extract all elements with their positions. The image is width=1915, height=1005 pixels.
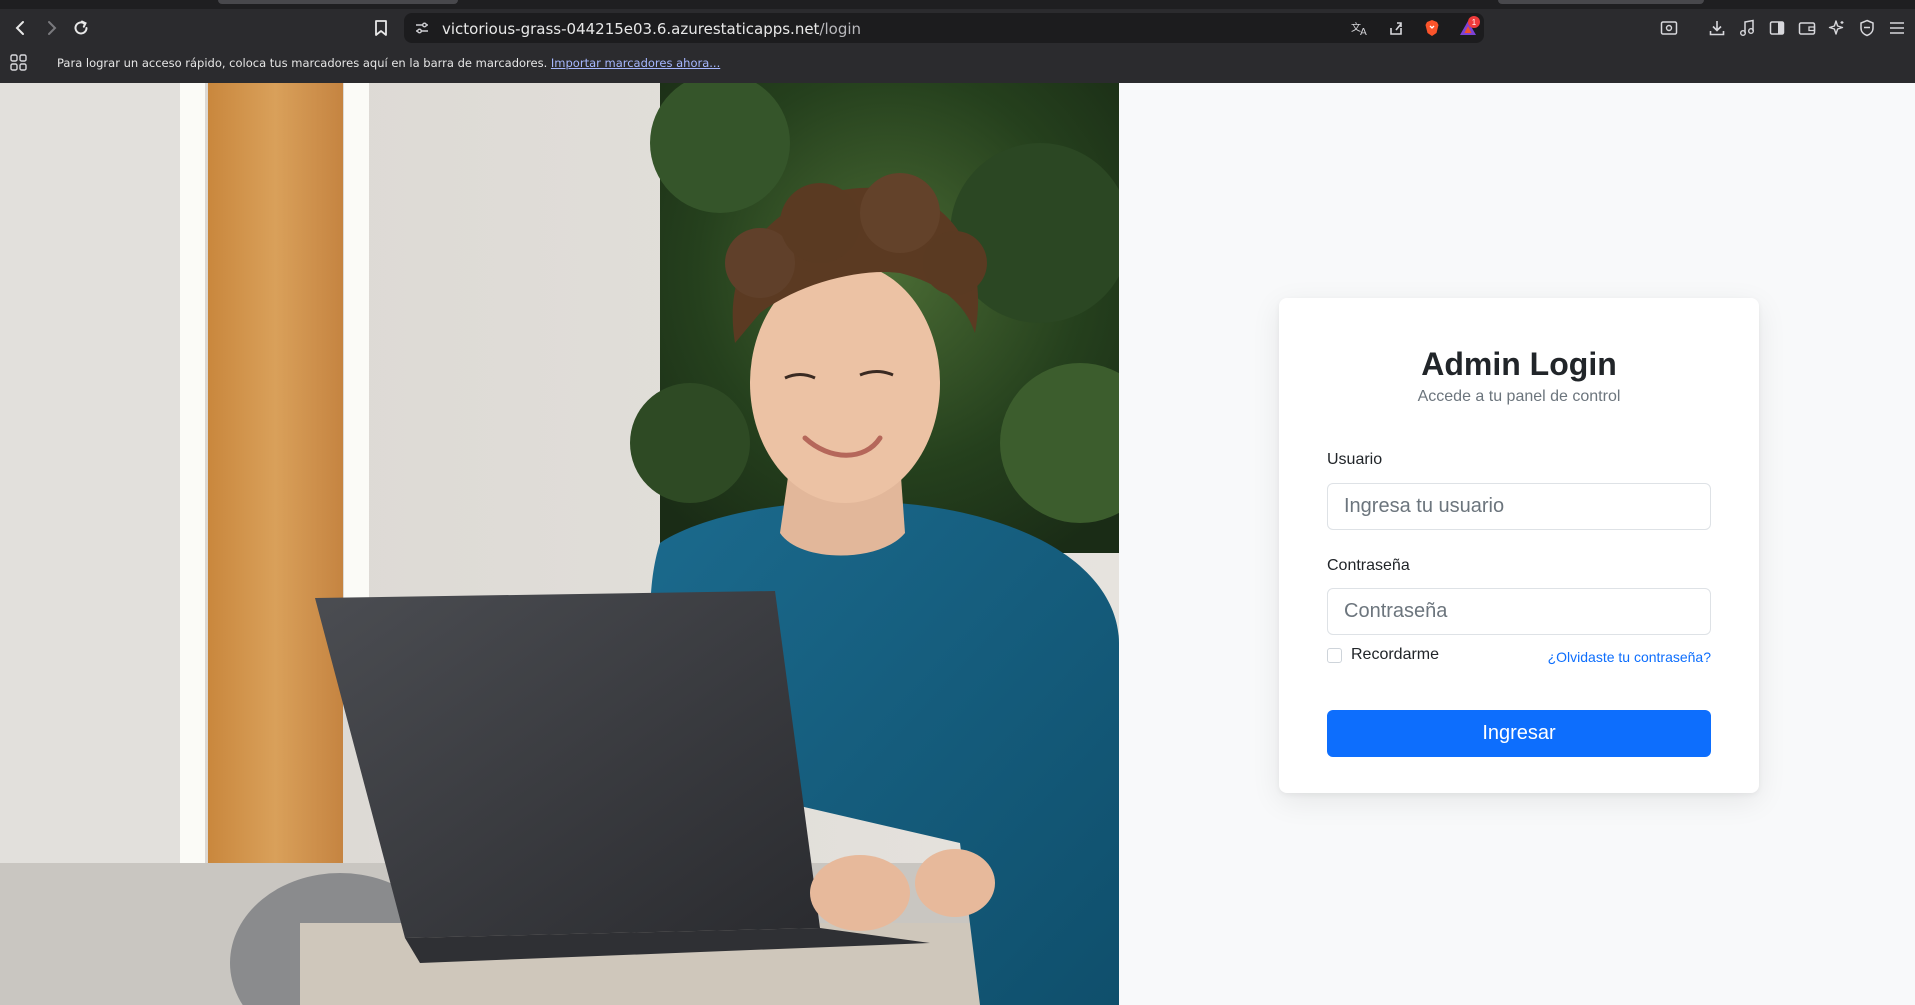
brave-shields-icon[interactable] bbox=[1422, 18, 1442, 38]
password-label: Contraseña bbox=[1327, 557, 1410, 574]
svg-text:A: A bbox=[1360, 27, 1367, 36]
tab-edge[interactable] bbox=[1498, 0, 1704, 4]
password-input[interactable] bbox=[1327, 588, 1711, 635]
page-subtitle: Accede a tu panel de control bbox=[1417, 388, 1621, 405]
hero-image bbox=[0, 83, 1119, 1005]
wallet-icon[interactable] bbox=[1796, 17, 1818, 39]
tab-active-edge[interactable] bbox=[218, 0, 458, 4]
url-text[interactable]: victorious-grass-044215e03.6.azurestatic… bbox=[442, 20, 861, 38]
bookmarks-hint: Para lograr un acceso rápido, coloca tus… bbox=[57, 56, 720, 70]
back-button[interactable] bbox=[8, 15, 34, 41]
reload-button[interactable] bbox=[68, 15, 94, 41]
login-page: Admin Login Accede a tu panel de control… bbox=[0, 83, 1915, 1005]
page-title: Admin Login bbox=[1421, 346, 1617, 382]
bookmarks-hint-text: Para lograr un acceso rápido, coloca tus… bbox=[57, 56, 548, 70]
hero-photo bbox=[0, 83, 1119, 1005]
remember-me-checkbox[interactable] bbox=[1327, 648, 1342, 663]
submit-button[interactable]: Ingresar bbox=[1327, 710, 1711, 757]
apps-grid-icon[interactable] bbox=[10, 54, 28, 72]
username-label: Usuario bbox=[1327, 451, 1383, 468]
reload-icon bbox=[74, 20, 88, 35]
forward-arrow-icon bbox=[48, 21, 57, 35]
import-bookmarks-link[interactable]: Importar marcadores ahora... bbox=[551, 56, 720, 70]
remember-me-label[interactable]: Recordarme bbox=[1351, 646, 1439, 664]
media-controls-icon[interactable] bbox=[1736, 17, 1758, 39]
login-card: Admin Login Accede a tu panel de control… bbox=[1279, 298, 1759, 793]
tab-strip bbox=[0, 0, 1915, 9]
bookmark-icon bbox=[375, 20, 387, 36]
forgot-password-link[interactable]: ¿Olvidaste tu contraseña? bbox=[1548, 649, 1711, 665]
browser-chrome: victorious-grass-044215e03.6.azurestatic… bbox=[0, 0, 1915, 83]
share-icon[interactable] bbox=[1386, 18, 1406, 38]
bookmark-button[interactable] bbox=[368, 15, 394, 41]
bookmarks-bar: Para lograr un acceso rápido, coloca tus… bbox=[0, 54, 1915, 83]
url-path: /login bbox=[819, 20, 862, 38]
leo-ai-icon[interactable] bbox=[1826, 17, 1848, 39]
forward-button[interactable] bbox=[38, 15, 64, 41]
translate-icon[interactable]: 文A bbox=[1350, 18, 1370, 38]
downloads-icon[interactable] bbox=[1706, 17, 1728, 39]
rewards-badge: 1 bbox=[1468, 16, 1480, 28]
address-bar[interactable]: victorious-grass-044215e03.6.azurestatic… bbox=[404, 13, 1484, 43]
site-settings-icon[interactable] bbox=[412, 18, 432, 38]
browser-toolbar: victorious-grass-044215e03.6.azurestatic… bbox=[0, 0, 1915, 54]
url-host: victorious-grass-044215e03.6.azurestatic… bbox=[442, 20, 820, 38]
vpn-shield-icon[interactable] bbox=[1856, 17, 1878, 39]
screenshot-tool-icon[interactable] bbox=[1658, 17, 1680, 39]
sidebar-toggle-icon[interactable] bbox=[1766, 17, 1788, 39]
username-input[interactable] bbox=[1327, 483, 1711, 530]
back-arrow-icon bbox=[15, 21, 24, 35]
menu-icon[interactable] bbox=[1886, 17, 1908, 39]
